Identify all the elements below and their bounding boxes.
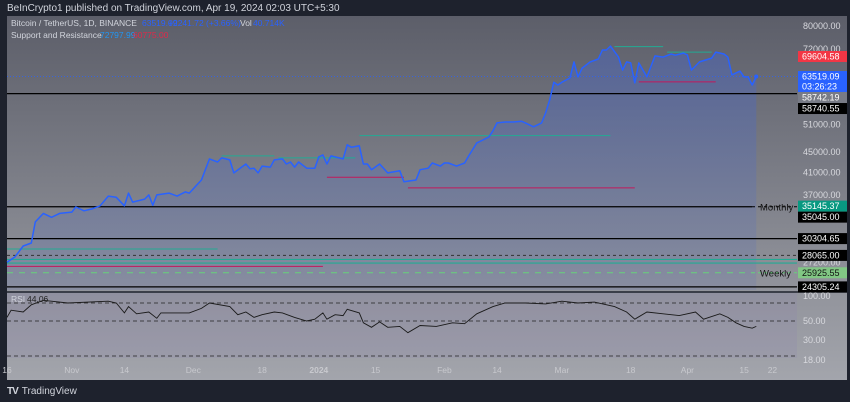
publish-info: BeInCrypto1 published on TradingView.com… <box>7 3 340 14</box>
level-monthly-label: Monthly <box>760 202 794 213</box>
countdown-text: 03:26:23 <box>802 82 837 92</box>
last-price-marker <box>754 74 759 79</box>
time-tick: Dec <box>186 365 202 375</box>
rsi-pane-background <box>7 292 797 358</box>
price-tag-text: 30304.65 <box>802 234 840 244</box>
tradingview-brand[interactable]: TV TradingView <box>7 386 77 397</box>
legend-vol: 40.714K <box>253 18 285 28</box>
time-tick: 2024 <box>309 365 328 375</box>
price-tick: 41000.00 <box>803 167 841 177</box>
price-tag-text: 63519.09 <box>802 72 840 82</box>
time-tick: 22 <box>768 365 778 375</box>
time-tick: 15 <box>371 365 381 375</box>
time-tick: 18 <box>626 365 636 375</box>
level-weekly-label: Weekly <box>760 268 791 279</box>
brand-name: TradingView <box>21 386 77 397</box>
time-tick: 18 <box>257 365 267 375</box>
legend-resistance: 72797.99 <box>100 30 136 40</box>
time-tick: 14 <box>492 365 502 375</box>
price-tick: 80000.00 <box>803 21 841 31</box>
time-tick: 15 <box>739 365 749 375</box>
legend-indicator[interactable]: Support and Resistance <box>11 30 102 40</box>
rsi-tick: 100.00 <box>803 291 831 301</box>
rsi-tick: 50.00 <box>803 316 826 326</box>
price-tag-text: 25925.55 <box>802 268 840 278</box>
rsi-value: 44.06 <box>27 294 49 304</box>
price-tag-text: 58740.55 <box>802 104 840 114</box>
price-tag-text: 58742.19 <box>802 93 840 103</box>
time-tick: Apr <box>681 365 694 375</box>
time-tick: Mar <box>555 365 570 375</box>
tradingview-logo-icon: TV <box>7 386 19 397</box>
price-tag-text: 69604.58 <box>802 51 840 61</box>
legend-change: +2241.72 (+3.66%) <box>168 18 241 28</box>
legend-symbol: Bitcoin / TetherUS, 1D, BINANCE <box>11 18 137 28</box>
rsi-label[interactable]: RSI <box>11 294 25 304</box>
price-tick: 45000.00 <box>803 147 841 157</box>
price-tag-text: 35045.00 <box>802 212 840 222</box>
time-tick: Feb <box>437 365 452 375</box>
rsi-tick: 30.00 <box>803 335 826 345</box>
price-tag-text: 24305.24 <box>802 282 840 292</box>
chart-frame[interactable]: Monthly Weekly 100.00 50.00 30.00 18.00 8000… <box>0 0 850 402</box>
time-tick: Nov <box>64 365 80 375</box>
legend-vol-label: Vol <box>240 18 252 28</box>
rsi-tick: 18.00 <box>803 355 826 365</box>
price-tag-text: 28065.00 <box>802 250 840 260</box>
price-tick: 37000.00 <box>803 190 841 200</box>
price-tick: 51000.00 <box>803 120 841 130</box>
time-tick: 16 <box>2 365 12 375</box>
time-tick: 14 <box>120 365 130 375</box>
legend-support: 60775.00 <box>133 30 169 40</box>
price-tag-text: 35145.37 <box>802 201 840 211</box>
